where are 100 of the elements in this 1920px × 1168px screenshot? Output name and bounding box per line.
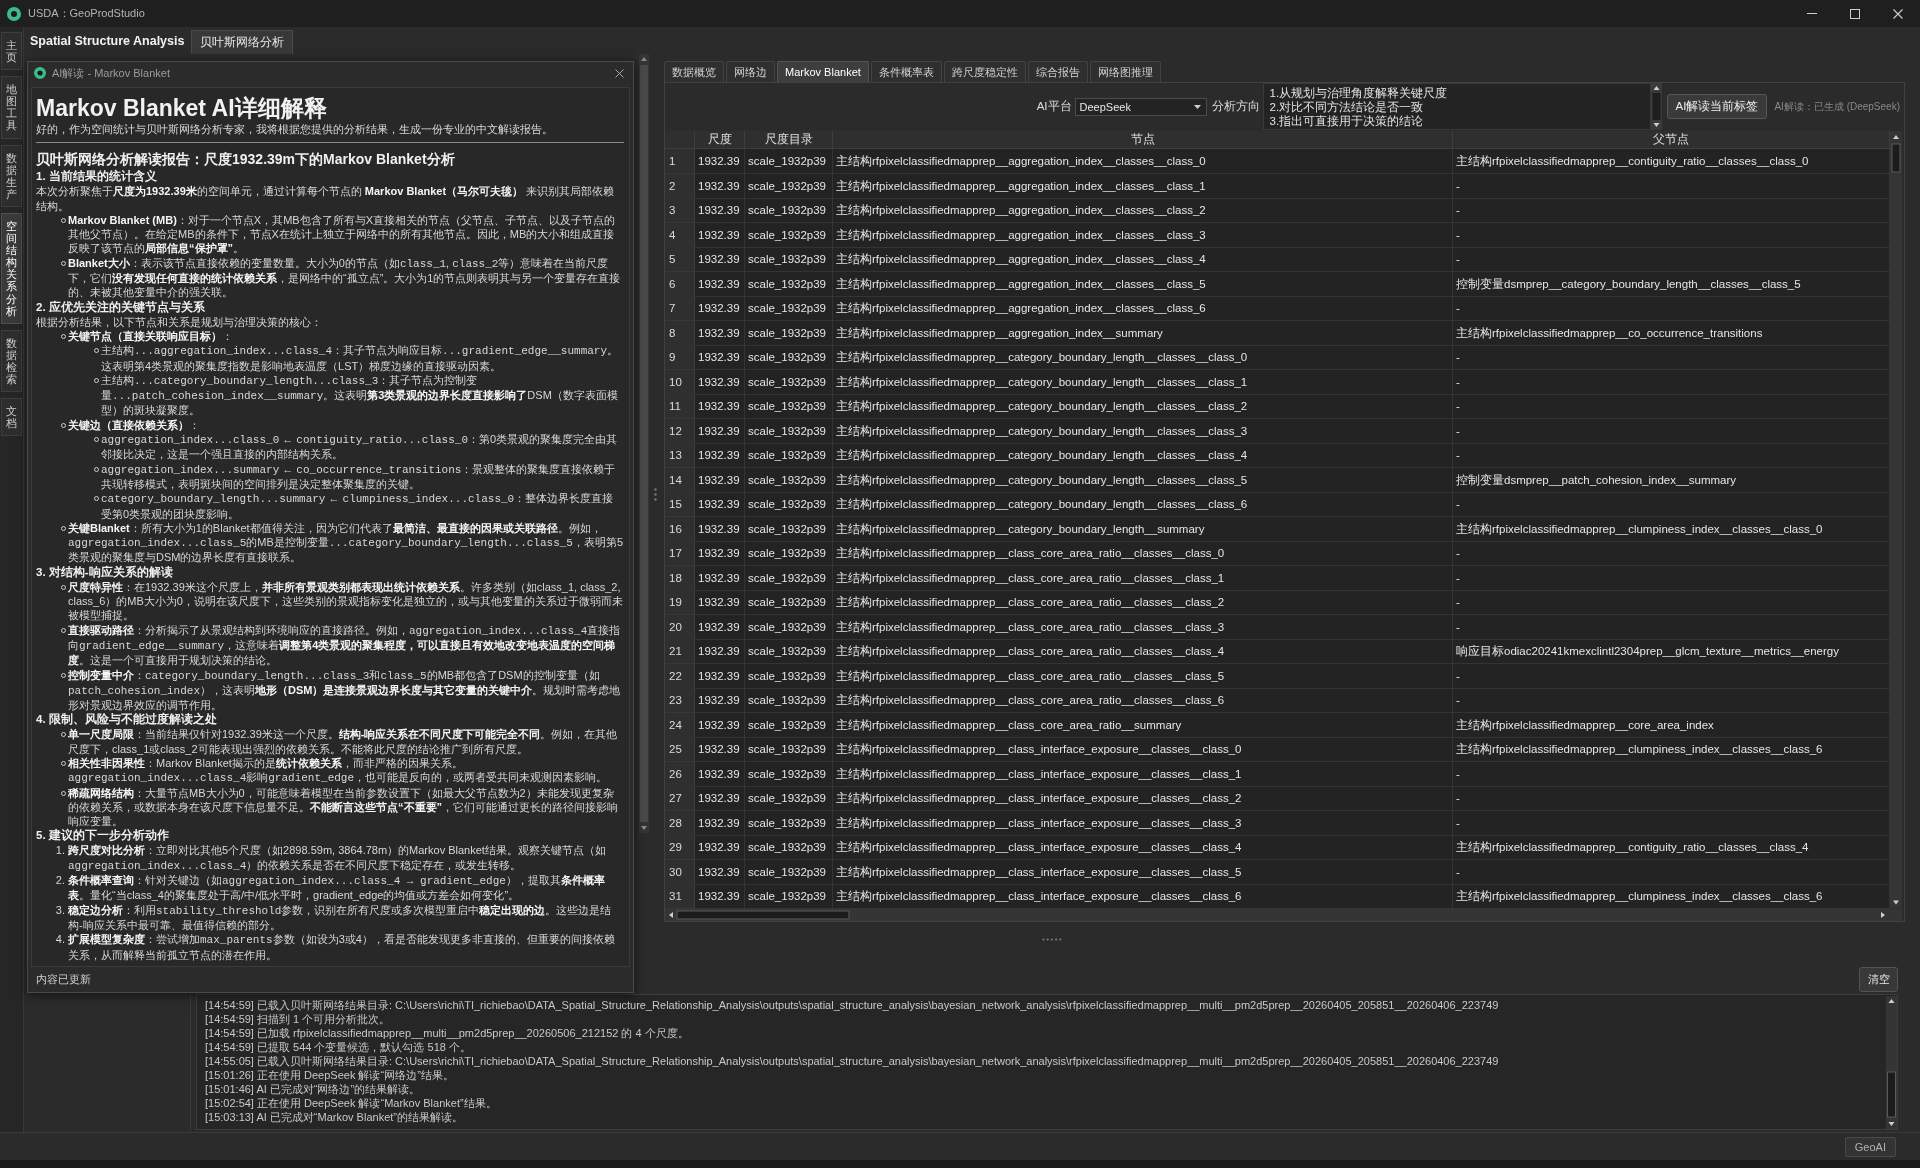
section-heading: 4. 限制、风险与不能过度解读之处 xyxy=(36,712,218,728)
row-number: 27 xyxy=(665,786,695,811)
tab[interactable]: 条件概率表 xyxy=(870,61,942,82)
column-header[interactable]: 尺度 xyxy=(695,131,745,149)
bullet-icon xyxy=(94,496,99,502)
log-line: [14:54:59] 已加载 rfpixelclassifiedmapprep__multi__pm2d5prep__20260506_212152 的 4 个尺度。 xyxy=(205,1026,690,1040)
row-number: 25 xyxy=(665,737,695,762)
table-cell: 1932.39 xyxy=(695,320,745,346)
log-line: [14:54:59] 已载入贝叶斯网络结果目录: C:\Users\richi\TI_richiebao\DATA_Spatial_Structure_Relationship_Analysis\outputs\spatial_structure_analysis\bayesian_network_analysis\rfpixelclassifiedmapprep__multi__pm2d5prep__20260405_205851__20260406_223749 xyxy=(205,998,1500,1012)
table-cell: 主结构rfpixelclassifiedmapprep__contiguity_ratio__classes__class_4 xyxy=(1453,835,1890,860)
table-cell: 主结构rfpixelclassifiedmapprep__category_boundary_length__classes__class_2 xyxy=(833,394,1453,419)
report-paragraph: 本次分析聚焦于尺度为1932.39米的空间单元，通过计算每个节点的 Markov Blanket（马尔可夫毯） 来识别其局部依赖结构。 xyxy=(36,184,616,213)
table-cell: 主结构rfpixelclassifiedmapprep__contiguity_ratio__classes__class_0 xyxy=(1453,149,1890,174)
section-heading: 3. 对结构-响应关系的解读 xyxy=(36,564,174,580)
table-cell: - xyxy=(1453,761,1890,787)
table-cell: 主结构rfpixelclassifiedmapprep__class_interface_exposure__classes__class_5 xyxy=(833,859,1453,885)
list-item-text: 关键边（直接依赖关系）： xyxy=(68,417,201,433)
row-number: 2 xyxy=(665,173,695,199)
status-text: AI解读：已生成 (DeepSeek) xyxy=(1774,99,1900,114)
row-number: 20 xyxy=(665,614,695,640)
table-cell: scale_1932p39 xyxy=(745,565,833,591)
table-cell: 1932.39 xyxy=(695,492,745,517)
table-cell: scale_1932p39 xyxy=(745,345,833,370)
tab[interactable]: 数据概览 xyxy=(664,61,724,82)
table-cell: scale_1932p39 xyxy=(745,835,833,860)
sidebar-tab[interactable]: 文档 xyxy=(1,398,22,437)
table-cell: 1932.39 xyxy=(695,565,745,591)
table-cell: 主结构rfpixelclassifiedmapprep__class_interface_exposure__classes__class_0 xyxy=(833,737,1453,762)
bullet-icon xyxy=(61,217,66,223)
maximize-icon[interactable] xyxy=(1850,8,1860,19)
bullet-icon xyxy=(94,466,99,472)
table-cell: - xyxy=(1453,394,1890,419)
table-cell: scale_1932p39 xyxy=(745,663,833,689)
table-cell: 响应目标odiac20241kmexclintl2304prep__glcm_texture__metrics__energy xyxy=(1453,639,1890,664)
bullet-icon xyxy=(61,333,66,339)
row-number: 3 xyxy=(665,198,695,223)
bullet-icon xyxy=(61,584,66,590)
platform-dropdown[interactable]: DeepSeek xyxy=(1074,97,1207,116)
close-icon[interactable] xyxy=(615,68,624,78)
close-icon[interactable] xyxy=(1893,8,1903,19)
log-line: [15:01:26] 正在使用 DeepSeek 解读“网络边”结果。 xyxy=(205,1068,455,1082)
table-cell: - xyxy=(1453,688,1890,713)
row-number: 11 xyxy=(665,394,695,419)
list-item-text: aggregation_index...class_0 ← contiguity_ratio...class_0：第0类景观的聚集度完全由其邻接比决定，这是一个强且直接的内部结构关系。 xyxy=(101,432,619,462)
table-cell: scale_1932p39 xyxy=(745,810,833,836)
sidebar-tab[interactable]: 数据检索 xyxy=(1,329,22,393)
table-cell: 控制变量dsmprep__category_boundary_length__classes__class_5 xyxy=(1453,271,1890,297)
scrollbar[interactable] xyxy=(1886,996,1897,1129)
section-heading: 2. 应优先关注的关键节点与关系 xyxy=(36,299,206,315)
section-title: Spatial Structure Analysis xyxy=(30,33,185,48)
tab[interactable]: 综合报告 xyxy=(1027,61,1088,82)
tab[interactable]: Markov Blanket xyxy=(777,61,869,82)
table-cell: scale_1932p39 xyxy=(745,786,833,811)
table-cell: scale_1932p39 xyxy=(745,737,833,762)
sidebar-tab[interactable]: 主页 xyxy=(1,32,22,71)
tab[interactable]: 网络图推理 xyxy=(1089,61,1161,82)
scrollbar[interactable] xyxy=(1650,83,1662,130)
table-cell: 主结构rfpixelclassifiedmapprep__aggregation_index__classes__class_1 xyxy=(833,173,1453,199)
splitter-handle[interactable] xyxy=(654,487,657,501)
table-cell: - xyxy=(1453,859,1890,885)
table-cell: 主结构rfpixelclassifiedmapprep__aggregation_index__classes__class_2 xyxy=(833,198,1453,223)
table-cell: - xyxy=(1453,443,1890,468)
clear-button[interactable]: 清空 xyxy=(1859,967,1898,992)
table-cell: 1932.39 xyxy=(695,247,745,272)
table-cell: 1932.39 xyxy=(695,516,745,542)
list-item-text: 主结构...aggregation_index...class_4：其子节点为响应目标...gradient_edge__summary。这表明第4类景观的聚集度指数是影响地表温度（LST）梯度边缘的直接驱动因素。 xyxy=(101,343,620,373)
row-number: 29 xyxy=(665,835,695,860)
bullet-icon xyxy=(61,260,66,266)
scrollbar[interactable] xyxy=(639,54,649,833)
row-number: 12 xyxy=(665,418,695,444)
ai-interpret-button[interactable]: AI解读当前标签 xyxy=(1666,94,1768,119)
table-cell: 主结构rfpixelclassifiedmapprep__class_core_area_ratio__classes__class_6 xyxy=(833,688,1453,713)
table-cell: 主结构rfpixelclassifiedmapprep__class_core_area_ratio__classes__class_3 xyxy=(833,614,1453,640)
table-cell: 主结构rfpixelclassifiedmapprep__category_boundary_length__summary xyxy=(833,516,1453,542)
table-cell: 主结构rfpixelclassifiedmapprep__class_interface_exposure__classes__class_1 xyxy=(833,761,1453,787)
splitter-handle[interactable] xyxy=(1042,937,1062,941)
tab[interactable]: 网络边 xyxy=(726,61,775,82)
table-cell: 主结构rfpixelclassifiedmapprep__aggregation_index__summary xyxy=(833,320,1453,346)
sidebar-tab[interactable]: 地图工具 xyxy=(1,76,22,139)
scrollbar[interactable] xyxy=(1890,131,1902,909)
column-header[interactable]: 节点 xyxy=(833,131,1453,149)
list-item-text: aggregation_index...summary ← co_occurrence_transitions：景观整体的聚集度直接依赖于共现转移模式，表明斑块间的空间排列是决定整体聚集度的关键。 xyxy=(101,461,617,492)
dialog-heading: Markov Blanket AI详细解释 xyxy=(36,94,328,122)
direction-field[interactable]: 1.从规划与治理角度解释关键尺度 2.对比不同方法结论是否一致 3.指出可直接用于决策的结论 xyxy=(1262,83,1651,130)
geoai-button[interactable]: GeoAI xyxy=(1844,1136,1896,1157)
table-cell: 1932.39 xyxy=(695,345,745,370)
row-number: 19 xyxy=(665,590,695,615)
tab[interactable]: 跨尺度稳定性 xyxy=(943,61,1026,82)
bullet-icon xyxy=(94,437,99,443)
column-header[interactable]: 尺度目录 xyxy=(745,131,833,149)
sidebar-tab[interactable]: 空间结构关系分析 xyxy=(1,212,22,324)
sidebar-tab[interactable]: 数据生产 xyxy=(1,144,22,207)
table-cell: 1932.39 xyxy=(695,663,745,689)
tab[interactable]: 贝叶斯网络分析 xyxy=(191,30,294,54)
row-number: 28 xyxy=(665,810,695,836)
log-line: [14:55:05] 已载入贝叶斯网络结果目录: C:\Users\richi\TI_richiebao\DATA_Spatial_Structure_Relationship_Analysis\outputs\spatial_structure_analysis\bayesian_network_analysis\rfpixelclassifiedmapprep__multi__pm2d5prep__20260405_205851__20260406_223749 xyxy=(205,1054,1500,1068)
column-header[interactable]: 父节点 xyxy=(1453,131,1890,149)
table-cell: 主结构rfpixelclassifiedmapprep__class_core_area_ratio__classes__class_5 xyxy=(833,663,1453,689)
table-cell: 1932.39 xyxy=(695,639,745,664)
table-cell: scale_1932p39 xyxy=(745,394,833,419)
